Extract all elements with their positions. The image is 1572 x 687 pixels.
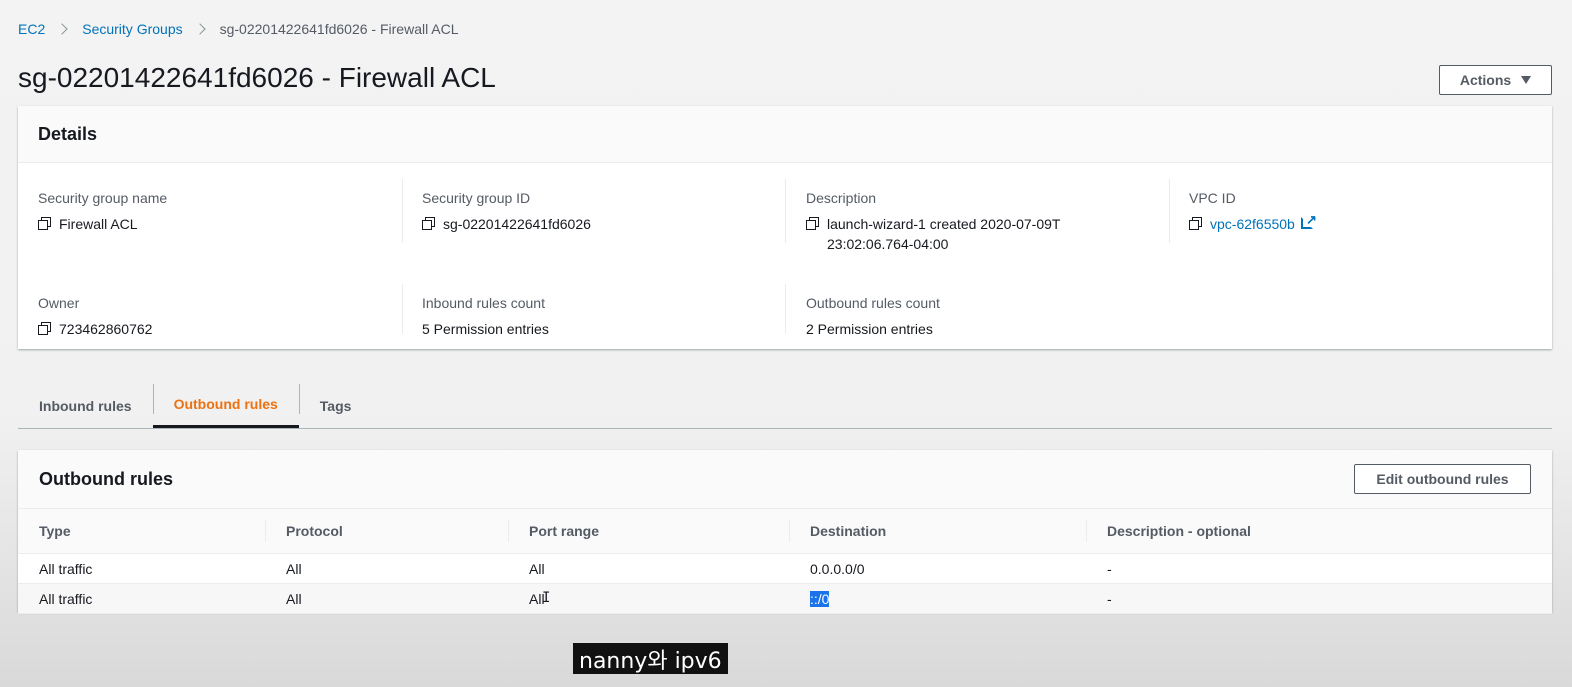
field-label: VPC ID — [1189, 190, 1236, 206]
field-value: sg-02201422641fd6026 — [443, 216, 591, 232]
cell-description: - — [1086, 553, 1552, 584]
field-label: Inbound rules count — [422, 295, 545, 311]
field-inbound-rules-count: Inbound rules count 5 Permission entries — [422, 294, 762, 339]
page-title: sg-02201422641fd6026 - Firewall ACL — [18, 62, 496, 93]
field-label: Owner — [38, 295, 80, 311]
actions-button-label: Actions — [1459, 72, 1512, 88]
actions-button[interactable]: Actions — [1439, 65, 1552, 95]
field-value: 723462860762 — [59, 321, 153, 337]
copy-icon[interactable] — [38, 217, 51, 230]
details-header: Details — [18, 106, 1552, 163]
external-link-icon — [1300, 210, 1317, 230]
cell-destination: ::/0 — [789, 583, 1086, 614]
column-header-protocol: Protocol — [265, 508, 508, 554]
cell-protocol: All — [265, 583, 508, 614]
field-value: 5 Permission entries — [422, 321, 549, 337]
copy-icon[interactable] — [806, 217, 819, 230]
field-value: launch-wizard-1 created 2020-07-09T23:02… — [827, 216, 1061, 252]
breadcrumb: EC2 Security Groups sg-02201422641fd6026… — [18, 21, 459, 37]
field-value: Firewall ACL — [59, 216, 138, 232]
column-header-destination: Destination — [789, 508, 1086, 554]
caret-down-icon — [1521, 76, 1532, 84]
chevron-right-icon — [193, 23, 206, 35]
breadcrumb-ec2-link[interactable]: EC2 — [18, 21, 45, 37]
cell-destination: 0.0.0.0/0 — [789, 553, 1086, 584]
outbound-rules-panel: Outbound rules Edit outbound rules Type … — [18, 450, 1552, 614]
field-security-group-name: Security group name Firewall ACL — [38, 189, 378, 234]
tab-outbound-rules[interactable]: Outbound rules — [152, 383, 299, 428]
cell-type: All traffic — [18, 553, 265, 584]
tab-bar: Inbound rules Outbound rules Tags — [18, 383, 1552, 429]
field-owner: Owner 723462860762 — [38, 294, 378, 339]
field-label: Outbound rules count — [806, 295, 940, 311]
table-header-row: Type Protocol Port range Destination Des… — [18, 508, 1552, 554]
chevron-right-icon — [56, 23, 68, 35]
tab-tags[interactable]: Tags — [298, 383, 373, 428]
field-description: Description launch-wizard-1 created 2020… — [806, 189, 1146, 254]
details-panel: Details Security group name Firewall ACL… — [18, 106, 1552, 349]
field-label: Security group name — [38, 190, 168, 206]
field-label: Security group ID — [422, 190, 531, 206]
breadcrumb-security-groups-link[interactable]: Security Groups — [82, 21, 182, 37]
column-divider — [402, 284, 403, 334]
text-cursor-icon: I — [542, 590, 551, 606]
edit-outbound-rules-button[interactable]: Edit outbound rules — [1354, 464, 1531, 494]
cell-port-range: All — [508, 553, 789, 584]
column-divider — [785, 179, 786, 243]
field-value: 2 Permission entries — [806, 321, 933, 337]
breadcrumb-current: sg-02201422641fd6026 - Firewall ACL — [219, 21, 459, 37]
copy-icon[interactable] — [1189, 217, 1202, 230]
table-row[interactable]: All traffic All All ::/0 - — [18, 583, 1552, 614]
field-vpc-id: VPC ID vpc-62f6550b — [1189, 189, 1529, 234]
cell-protocol: All — [265, 553, 508, 584]
vpc-id-link[interactable]: vpc-62f6550b — [1210, 214, 1295, 234]
outbound-rules-table: Type Protocol Port range Destination Des… — [18, 508, 1552, 614]
field-label: Description — [806, 190, 877, 206]
video-subtitle-caption: nanny와 ipv6 — [573, 643, 728, 674]
column-divider — [402, 179, 403, 243]
copy-icon[interactable] — [38, 322, 51, 335]
column-header-type: Type — [18, 508, 265, 554]
tab-inbound-rules[interactable]: Inbound rules — [18, 383, 153, 428]
cell-type: All traffic — [18, 583, 265, 614]
outbound-rules-header: Outbound rules Edit outbound rules — [18, 450, 1552, 508]
table-row[interactable]: All traffic All All 0.0.0.0/0 - — [18, 553, 1552, 584]
outbound-rules-title: Outbound rules — [39, 468, 173, 489]
column-divider — [785, 284, 786, 334]
column-divider — [1169, 179, 1170, 243]
column-header-description: Description - optional — [1086, 508, 1552, 554]
field-security-group-id: Security group ID sg-02201422641fd6026 — [422, 189, 762, 234]
column-header-port-range: Port range — [508, 508, 789, 554]
field-outbound-rules-count: Outbound rules count 2 Permission entrie… — [806, 294, 1146, 339]
copy-icon[interactable] — [422, 217, 435, 230]
selected-text: ::/0 — [810, 590, 830, 607]
cell-description: - — [1086, 583, 1552, 614]
